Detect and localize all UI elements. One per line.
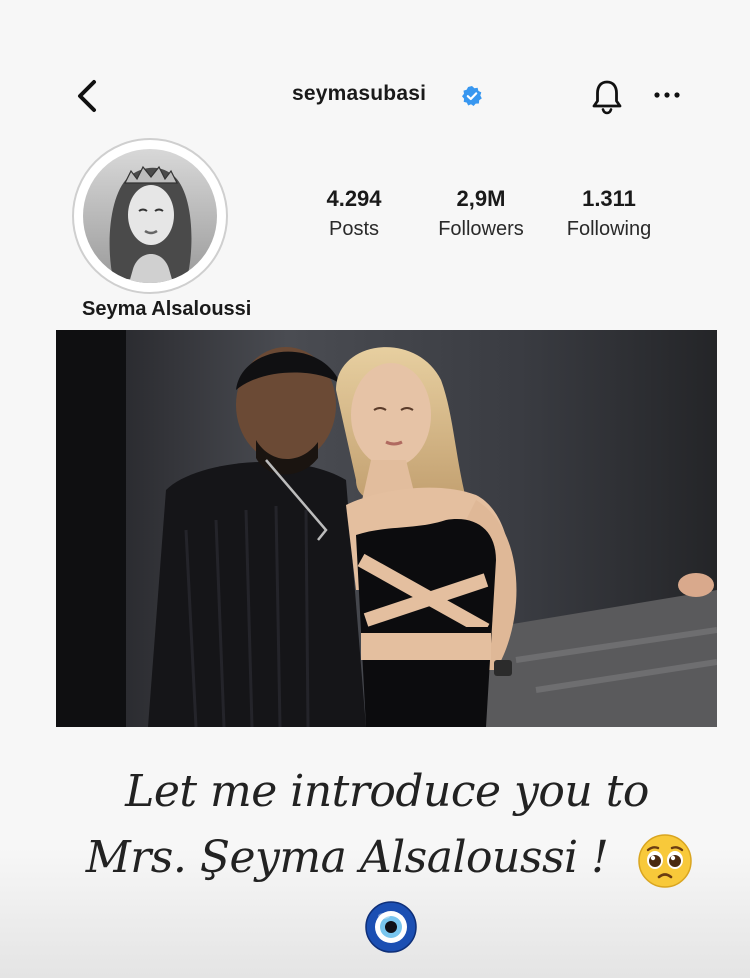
- stat-label: Followers: [438, 218, 524, 240]
- pleading-face-emoji-icon: [638, 834, 692, 888]
- stat-followers[interactable]: 2,9M Followers: [428, 186, 534, 241]
- nazar-amulet-icon: [365, 901, 417, 953]
- caption-line-1: Let me introduce you to: [125, 766, 649, 817]
- profile-display-name: Seyma Alsaloussi: [82, 298, 252, 320]
- profile-avatar-ring[interactable]: [72, 138, 228, 294]
- profile-username: seymasubasi: [292, 82, 427, 105]
- stat-value: 2,9M: [456, 186, 506, 211]
- photo-illustration: [56, 330, 717, 727]
- verified-badge-icon: [462, 86, 482, 106]
- couple-photo: [56, 330, 717, 727]
- more-horizontal-icon[interactable]: [652, 80, 682, 110]
- stat-value: 1.311: [582, 186, 636, 211]
- stat-posts[interactable]: 4.294 Posts: [314, 186, 394, 241]
- avatar: [83, 149, 217, 283]
- back-chevron-icon[interactable]: [70, 76, 104, 116]
- bell-icon[interactable]: [590, 78, 624, 116]
- profile-header: seymasubasi: [0, 70, 750, 120]
- avatar-photo: [83, 149, 217, 283]
- stat-label: Posts: [328, 218, 380, 240]
- caption-line-2: Mrs. Şeyma Alsaloussi !: [85, 832, 609, 883]
- stat-value: 4.294: [326, 186, 382, 211]
- stat-following[interactable]: 1.311 Following: [556, 186, 662, 241]
- stat-label: Following: [566, 218, 652, 240]
